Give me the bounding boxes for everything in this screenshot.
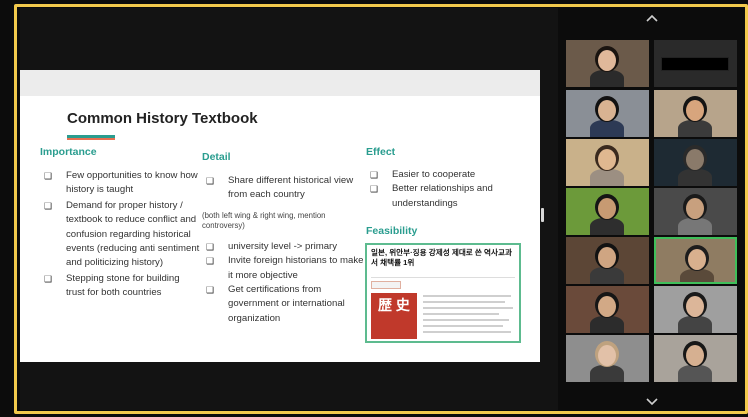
participant-name-redaction — [661, 57, 729, 71]
bullet-item: ❑ Few opportunities to know how history i… — [40, 169, 200, 198]
participant-body — [678, 169, 712, 186]
participant-body — [590, 316, 624, 333]
bullet-item: ❑ Get certifications from government or i… — [202, 283, 364, 326]
participant-face — [598, 149, 616, 170]
importance-column: ❑ Few opportunities to know how history i… — [40, 169, 200, 302]
detail-note: (both left wing & right wing, mention co… — [202, 210, 326, 231]
participant-body — [590, 365, 624, 382]
participant-video-tile[interactable] — [654, 335, 737, 382]
bullet-item: ❑ Stepping stone for building trust for b… — [40, 272, 200, 301]
checkbox-bullet-icon: ❑ — [370, 184, 379, 195]
effect-heading: Effect — [366, 146, 396, 158]
checkbox-bullet-icon: ❑ — [370, 170, 379, 180]
bullet-text: Get certifications from government or in… — [228, 284, 345, 324]
article-meta-line — [371, 273, 515, 278]
participant-video-tile[interactable] — [654, 237, 737, 284]
participant-face — [686, 198, 704, 219]
participant-gallery — [566, 40, 738, 385]
participant-body — [678, 120, 712, 137]
bullet-text: Easier to cooperate — [392, 169, 476, 180]
bullet-item: ❑ university level -> primary — [202, 240, 364, 254]
importance-list: ❑ Few opportunities to know how history i… — [40, 169, 200, 301]
participant-body — [590, 169, 624, 186]
participant-body — [680, 269, 714, 282]
participant-face — [686, 296, 704, 317]
shared-slide: Common History Textbook Importance ❑ Few … — [20, 70, 540, 362]
bullet-item: ❑ Demand for proper history / textbook to… — [40, 199, 200, 271]
checkbox-bullet-icon: ❑ — [206, 285, 215, 296]
splitter-handle[interactable] — [541, 208, 544, 222]
participant-face — [598, 247, 616, 268]
bullet-item: ❑ Better relationships and understandings — [366, 182, 526, 211]
participant-face — [688, 249, 706, 270]
participant-face — [598, 100, 616, 121]
participant-body — [590, 267, 624, 284]
participant-video-tile[interactable] — [566, 40, 649, 87]
participant-video-tile[interactable] — [566, 139, 649, 186]
article-body-text — [423, 295, 515, 337]
bullet-item: ❑ Easier to cooperate — [366, 168, 526, 182]
bullet-text: Share different historical view from eac… — [228, 175, 354, 201]
feasibility-heading: Feasibility — [366, 225, 418, 237]
meeting-window: Common History Textbook Importance ❑ Few … — [0, 0, 748, 417]
participant-body — [590, 120, 624, 137]
participant-body — [678, 365, 712, 382]
participant-body — [590, 70, 624, 87]
news-article-screenshot: 일본, 위안부·징용 강제성 제대로 쓴 역사교과서 채택률 1위 歴 史 — [365, 243, 521, 343]
participant-face — [598, 345, 616, 366]
checkbox-bullet-icon: ❑ — [44, 171, 53, 181]
participant-video-tile[interactable] — [654, 139, 737, 186]
participant-face — [686, 149, 704, 170]
participant-video-tile[interactable] — [566, 188, 649, 235]
checkbox-bullet-icon: ❑ — [44, 273, 53, 284]
chevron-down-icon[interactable] — [645, 394, 659, 408]
bullet-text: university level -> primary — [228, 240, 338, 252]
participant-video-tile[interactable] — [566, 286, 649, 333]
bullet-item: ❑ Share different historical view from ea… — [202, 174, 364, 203]
participant-face — [686, 345, 704, 366]
article-tag — [371, 281, 401, 289]
bullet-text: Invite foreign historians to make it mor… — [228, 255, 364, 281]
importance-heading: Importance — [40, 146, 97, 158]
slide-top-band — [20, 70, 540, 96]
participant-body — [678, 316, 712, 333]
checkbox-bullet-icon: ❑ — [206, 241, 215, 252]
detail-list-bottom: ❑ university level -> primary ❑ Invite fore… — [202, 240, 364, 326]
participant-body — [678, 218, 712, 235]
bullet-text: Demand for proper history / textbook to … — [66, 199, 200, 269]
bullet-text: Stepping stone for building trust for bo… — [66, 272, 180, 299]
chevron-up-icon[interactable] — [645, 12, 659, 26]
effect-column: ❑ Easier to cooperate ❑ Better relationship… — [366, 168, 526, 211]
checkbox-bullet-icon: ❑ — [206, 256, 215, 267]
detail-list-top: ❑ Share different historical view from ea… — [202, 174, 364, 203]
checkbox-bullet-icon: ❑ — [206, 176, 215, 186]
participant-video-tile[interactable] — [566, 237, 649, 284]
participant-video-tile[interactable] — [654, 188, 737, 235]
effect-list: ❑ Easier to cooperate ❑ Better relationship… — [366, 168, 526, 211]
detail-heading: Detail — [202, 151, 231, 163]
bullet-text: Better relationships and understandings — [392, 183, 493, 209]
participant-video-tile[interactable] — [654, 286, 737, 333]
bullet-item: ❑ Invite foreign historians to make it mo… — [202, 254, 364, 283]
participant-video-tile[interactable] — [566, 90, 649, 137]
participant-face — [598, 296, 616, 317]
participant-video-tile[interactable] — [654, 90, 737, 137]
participant-body — [590, 218, 624, 235]
participant-face — [686, 100, 704, 121]
slide-title: Common History Textbook — [67, 110, 258, 127]
article-textbook-image: 歴 史 — [371, 293, 417, 339]
checkbox-bullet-icon: ❑ — [44, 200, 53, 211]
participant-video-tile[interactable] — [566, 335, 649, 382]
detail-column: ❑ Share different historical view from ea… — [202, 174, 364, 326]
title-underline-accent — [67, 138, 115, 140]
article-title: 일본, 위안부·징용 강제성 제대로 쓴 역사교과서 채택률 1위 — [371, 248, 512, 267]
participant-face — [598, 50, 616, 71]
bullet-text: Few opportunities to know how history is… — [66, 170, 198, 196]
participant-face — [598, 198, 616, 219]
